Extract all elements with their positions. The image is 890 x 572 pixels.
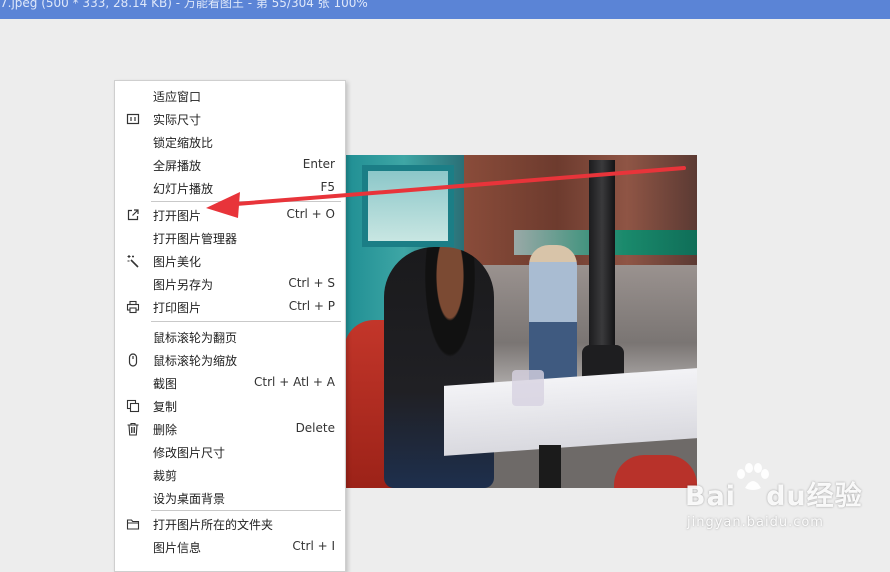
menu-item-open-folder[interactable]: 打开图片所在的文件夹 xyxy=(115,512,345,535)
shortcut-screenshot: Ctrl + Atl + A xyxy=(254,375,335,389)
magic-wand-icon xyxy=(127,255,139,268)
context-menu: 适应窗口 实际尺寸 锁定缩放比 全屏播放 Enter 幻灯片播放 F5 打开图片… xyxy=(114,80,346,572)
shortcut-open-image: Ctrl + O xyxy=(286,207,335,221)
menu-item-actual-size[interactable]: 实际尺寸 xyxy=(115,107,345,130)
menu-item-save-as[interactable]: 图片另存为 Ctrl + S xyxy=(115,272,345,295)
menu-separator xyxy=(151,510,341,511)
shortcut-delete: Delete xyxy=(295,421,335,435)
watermark-brand-bai: Bai xyxy=(685,481,737,512)
menu-item-lock-zoom[interactable]: 锁定缩放比 xyxy=(115,130,345,153)
menu-item-beautify[interactable]: 图片美化 xyxy=(115,249,345,272)
menu-item-fullscreen[interactable]: 全屏播放 Enter xyxy=(115,153,345,176)
shortcut-print: Ctrl + P xyxy=(288,299,335,313)
menu-item-wheel-page[interactable]: 鼠标滚轮为翻页 xyxy=(115,325,345,348)
menu-item-wheel-zoom[interactable]: 鼠标滚轮为缩放 xyxy=(115,348,345,371)
menu-item-image-info[interactable]: 图片信息 Ctrl + I xyxy=(115,535,345,558)
open-external-icon xyxy=(127,209,139,221)
menu-item-open-image[interactable]: 打开图片 Ctrl + O xyxy=(115,203,345,226)
shortcut-slideshow: F5 xyxy=(320,180,335,194)
menu-item-set-wallpaper[interactable]: 设为桌面背景 xyxy=(115,486,345,509)
shortcut-save-as: Ctrl + S xyxy=(288,276,335,290)
trash-icon xyxy=(127,422,139,436)
menu-separator xyxy=(151,201,341,202)
displayed-photo xyxy=(344,155,697,488)
watermark-brand-du: du xyxy=(766,481,807,512)
printer-icon xyxy=(126,300,140,314)
watermark-site: jingyan.baidu.com xyxy=(687,515,824,530)
title-bar: 7.jpeg (500 * 333, 28.14 KB) - 万能看图王 - 第… xyxy=(0,0,890,19)
menu-item-screenshot[interactable]: 截图 Ctrl + Atl + A xyxy=(115,371,345,394)
shortcut-fullscreen: Enter xyxy=(302,157,335,171)
menu-item-open-image-manager[interactable]: 打开图片管理器 xyxy=(115,226,345,249)
menu-item-copy[interactable]: 复制 xyxy=(115,394,345,417)
copy-icon xyxy=(126,399,140,413)
window-title: 7.jpeg (500 * 333, 28.14 KB) - 万能看图王 - 第… xyxy=(0,0,368,10)
menu-item-resize[interactable]: 修改图片尺寸 xyxy=(115,440,345,463)
shortcut-image-info: Ctrl + I xyxy=(292,539,335,553)
folder-icon xyxy=(126,519,140,530)
menu-item-print[interactable]: 打印图片 Ctrl + P xyxy=(115,295,345,318)
actual-size-icon xyxy=(126,113,140,125)
watermark-brand-jingyan: 经验 xyxy=(806,481,863,512)
menu-item-delete[interactable]: 删除 Delete xyxy=(115,417,345,440)
mouse-icon xyxy=(128,353,138,367)
menu-item-crop[interactable]: 裁剪 xyxy=(115,463,345,486)
menu-item-slideshow[interactable]: 幻灯片播放 F5 xyxy=(115,176,345,199)
menu-separator xyxy=(151,321,341,322)
menu-item-fit-window[interactable]: 适应窗口 xyxy=(115,84,345,107)
